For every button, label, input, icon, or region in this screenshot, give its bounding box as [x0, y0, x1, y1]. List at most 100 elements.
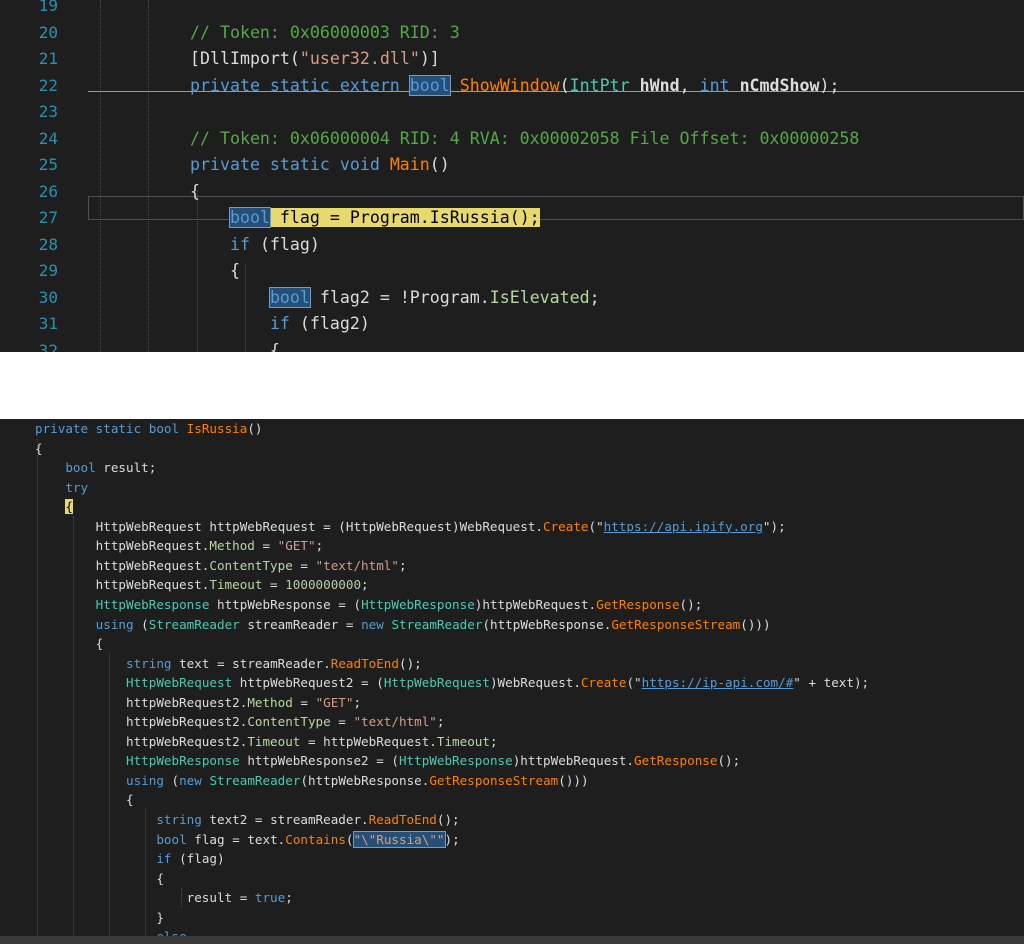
code-token: GetResponseStream [611, 616, 741, 632]
code-token: if [229, 234, 250, 254]
code-line: 24 // Token: 0x06000004 RID: 4 RVA: 0x000… [0, 126, 1024, 152]
code-token: { [190, 261, 240, 280]
code-token: GetResponseStream [429, 772, 559, 788]
code-token: httpWebRequest. [35, 577, 210, 593]
code-token: ( [289, 49, 300, 68]
code-token: https://api.ipify.org [603, 518, 763, 534]
code-token: ( [133, 616, 149, 632]
code-token: text = streamReader. [171, 655, 331, 671]
code-token: try [65, 479, 89, 495]
code-token: httpWebRequest. [35, 557, 210, 573]
code-text: // Token: 0x06000003 RID: 3 [190, 20, 460, 46]
code-token: bool [408, 74, 451, 96]
code-token: Timeout [247, 733, 301, 749]
code-token: ShowWindow [459, 75, 560, 95]
code-token: https://ip-api.com/# [641, 675, 794, 691]
code-token: ( [559, 75, 570, 95]
code-line: httpWebRequest2.ContentType = "text/html… [35, 712, 444, 732]
code-token: DllImport [200, 49, 290, 68]
code-token: HttpWebRequest [383, 675, 490, 691]
code-token: (flag) [249, 234, 320, 254]
code-token: ReadToEnd [368, 812, 437, 827]
code-token: true [254, 890, 286, 906]
code-text: // Token: 0x06000004 RID: 4 RVA: 0x00002… [190, 126, 859, 152]
code-line: httpWebRequest2.Method = "GET"; [35, 693, 361, 713]
code-token: Method [247, 694, 293, 710]
code-line: bool result; [35, 458, 156, 478]
code-token: httpWebRequest. [35, 538, 210, 554]
code-line: using (new StreamReader(httpWebResponse.… [35, 771, 589, 791]
code-token: 1000000000 [285, 577, 362, 593]
code-token: StreamReader [148, 616, 240, 632]
code-token: ())) [558, 772, 589, 788]
code-token: Method [209, 538, 255, 554]
code-token: ( [163, 772, 180, 788]
code-token: ; [436, 714, 445, 730]
code-token: = [330, 714, 354, 730]
code-token: = httpWebRequest. [300, 733, 437, 749]
code-line: 32 { [0, 338, 1024, 353]
code-token: ; [285, 890, 293, 906]
code-token: ; [361, 577, 369, 593]
code-token: private static bool [35, 421, 187, 436]
code-token: [ [190, 49, 200, 68]
code-token: private static void [190, 155, 390, 174]
line-number: 25 [38, 155, 58, 174]
line-number: 26 [38, 181, 58, 201]
code-text: { [190, 338, 280, 353]
code-token: (httpWebResponse. [300, 772, 430, 788]
code-token: (flag) [171, 851, 225, 867]
code-token: ContentType [209, 557, 293, 573]
code-line: { [35, 439, 43, 459]
code-token: new [179, 772, 202, 788]
code-token: (); [717, 753, 741, 769]
code-token: if [156, 851, 172, 867]
code-line: 27 bool flag = Program.IsRussia(); [0, 205, 1024, 231]
code-line: 20 // Token: 0x06000003 RID: 3 [0, 20, 1024, 46]
code-line: { [35, 497, 73, 517]
code-line: using (StreamReader streamReader = new S… [35, 615, 771, 635]
code-line: httpWebRequest2.Timeout = httpWebRequest… [35, 732, 498, 752]
code-token: ())) [740, 616, 771, 632]
code-token: Timeout [209, 577, 263, 593]
line-number: 27 [38, 208, 58, 227]
code-token: GetResponse [596, 596, 680, 612]
code-token: using [95, 616, 134, 632]
code-token: IsElevated [489, 287, 590, 307]
code-line: httpWebRequest.Timeout = 1000000000; [35, 575, 369, 595]
code-token: // Token: 0x06000004 RID: 4 RVA: 0x00002… [190, 128, 860, 148]
code-editor-bottom[interactable]: private static bool IsRussia(){ bool res… [0, 419, 1024, 944]
line-number: 24 [38, 128, 58, 148]
code-line: try [35, 478, 88, 498]
code-token: = [292, 694, 316, 710]
code-token: ); [444, 831, 460, 847]
code-token: (" [626, 675, 642, 691]
code-line: string text2 = streamReader.ReadToEnd(); [35, 810, 459, 830]
code-token: httpWebResponse = ( [209, 596, 362, 612]
code-token: (); [398, 655, 422, 671]
code-line: 23 [0, 99, 1024, 125]
code-token: )WebRequest. [489, 675, 581, 691]
horizontal-scrollbar[interactable] [0, 936, 1024, 944]
code-editor-top[interactable]: 19 20 // Token: 0x06000003 RID: 3 21 [DllImp… [0, 0, 1024, 352]
code-token: bool [156, 831, 187, 847]
code-line: bool flag = text.Contains("\"Russia\""); [35, 830, 460, 850]
code-token: Create [543, 518, 589, 534]
code-token: hWnd [639, 75, 680, 95]
code-token: StreamReader [391, 616, 483, 632]
code-token: = [262, 577, 286, 593]
code-text: if (flag) [190, 232, 320, 258]
code-token: result = [35, 890, 255, 906]
code-text: { [190, 258, 240, 284]
code-token: { [35, 870, 164, 886]
code-token: (httpWebResponse. [482, 616, 612, 632]
